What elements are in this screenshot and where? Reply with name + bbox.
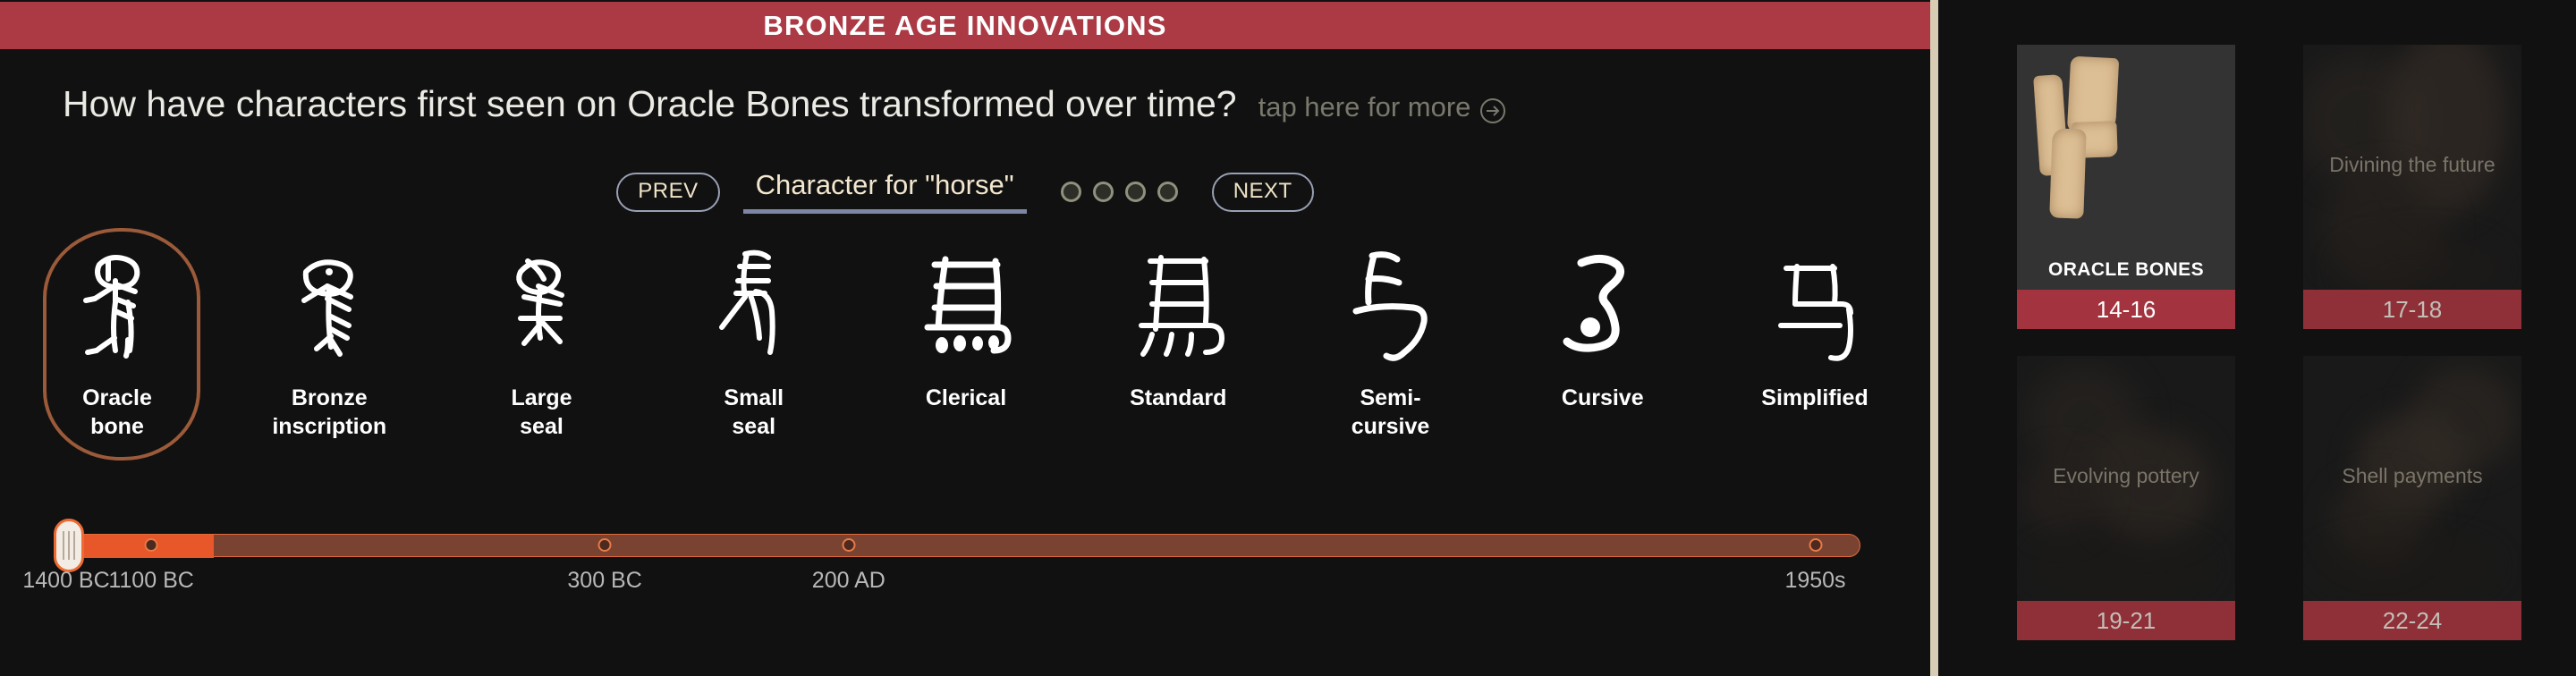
character-card-label: Simplified: [1761, 385, 1868, 410]
character-glyph-icon: [1309, 235, 1472, 378]
topic-thumbnail: Divining the future: [2303, 45, 2521, 290]
character-card[interactable]: Clerical: [885, 228, 1047, 456]
character-card[interactable]: Simplified: [1733, 228, 1896, 456]
character-glyph-icon: [36, 235, 199, 378]
character-glyph-icon: [1521, 235, 1684, 378]
related-topics-grid: ORACLE BONES 14-16 Divining the future 17-1…: [2017, 45, 2576, 640]
topic-card[interactable]: Divining the future 17-18: [2303, 45, 2521, 329]
character-card[interactable]: Small seal: [673, 228, 835, 456]
page-title: BRONZE AGE INNOVATIONS: [763, 9, 1167, 41]
character-card[interactable]: Large seal: [461, 228, 623, 456]
character-glyph-icon: [885, 235, 1047, 378]
topic-thumbnail: Evolving pottery: [2017, 356, 2235, 601]
topic-card-title: ORACLE BONES: [2048, 259, 2204, 280]
arrow-right-circle-icon: [1479, 97, 1506, 124]
character-glyph-icon: [461, 235, 623, 378]
character-card-label: Oracle bone: [82, 385, 152, 439]
timeline-label: 200 AD: [811, 568, 886, 593]
character-glyph-icon: [673, 235, 835, 378]
topic-card-active[interactable]: ORACLE BONES 14-16: [2017, 45, 2235, 329]
thumbnail-blur-shape: [2030, 539, 2209, 593]
character-card[interactable]: Cursive: [1521, 228, 1684, 456]
thumbnail-blur-shape: [2317, 539, 2496, 593]
topic-card[interactable]: Shell payments 22-24: [2303, 356, 2521, 640]
sidebar-panel: ORACLE BONES 14-16 Divining the future 17-1…: [1938, 0, 2576, 676]
thumbnail-blur-shape: [2339, 237, 2500, 290]
timeline-label: 1400 BC: [22, 568, 110, 593]
tap-more-label: tap here for more: [1258, 91, 1471, 123]
character-card-label: Cursive: [1561, 385, 1644, 410]
topic-thumbnail: Shell payments: [2303, 356, 2521, 601]
character-evolution-strip: Oracle bone Bronze inscription Large sea…: [36, 228, 1896, 461]
character-card[interactable]: Bronze inscription: [248, 228, 411, 456]
page-dots: [1060, 182, 1178, 203]
character-card-label: Standard: [1130, 385, 1227, 410]
header-bar: BRONZE AGE INNOVATIONS: [0, 2, 1930, 49]
character-card[interactable]: Semi- cursive: [1309, 228, 1472, 456]
character-card-label: Bronze inscription: [272, 385, 387, 439]
topic-card[interactable]: Evolving pottery 19-21: [2017, 356, 2235, 640]
timeline-handle[interactable]: [54, 519, 84, 572]
character-card-label: Clerical: [925, 385, 1007, 410]
character-glyph-icon: [248, 235, 411, 378]
tap-here-for-more-link[interactable]: tap here for more: [1258, 91, 1507, 123]
main-panel: BRONZE AGE INNOVATIONS How have characte…: [0, 0, 1930, 676]
topic-card-title: Divining the future: [2329, 152, 2496, 176]
topic-card-title: Evolving pottery: [2053, 463, 2199, 487]
character-card[interactable]: Standard: [1097, 228, 1259, 456]
topic-card-title: Shell payments: [2342, 463, 2483, 487]
question-text: How have characters first seen on Oracle…: [63, 83, 1237, 124]
character-glyph-icon: [1097, 235, 1259, 378]
topic-card-page-range: 22-24: [2303, 601, 2521, 640]
character-glyph-icon: [1733, 235, 1896, 378]
character-card-label: Semi- cursive: [1351, 385, 1430, 439]
page-dot[interactable]: [1060, 182, 1081, 203]
app-root: BRONZE AGE INNOVATIONS How have characte…: [0, 0, 2576, 676]
prev-button[interactable]: PREV: [616, 172, 720, 212]
page-dot[interactable]: [1124, 182, 1146, 203]
character-card-label: Small seal: [724, 385, 784, 439]
timeline-slider[interactable]: 1400 BC 1100 BC 300 BC 200 AD 1950s: [22, 519, 1860, 623]
handle-grip-line: [73, 531, 75, 560]
current-character-label[interactable]: Character for "horse": [742, 169, 1027, 215]
timeline-track[interactable]: [54, 534, 1860, 558]
panel-divider: [1930, 0, 1938, 676]
question-row: How have characters first seen on Oracle…: [63, 83, 1506, 125]
timeline-label: 1100 BC: [108, 568, 194, 593]
handle-grip-line: [68, 531, 70, 560]
page-dot[interactable]: [1157, 182, 1178, 203]
timeline-tick[interactable]: [597, 538, 612, 552]
timeline-tick[interactable]: [842, 538, 856, 552]
timeline-tick[interactable]: [144, 538, 158, 552]
timeline-tick[interactable]: [1809, 538, 1822, 552]
next-button[interactable]: NEXT: [1211, 172, 1314, 212]
oracle-bone-fragment: [2049, 128, 2087, 219]
topic-card-page-range: 19-21: [2017, 601, 2235, 640]
topic-thumbnail: ORACLE BONES: [2017, 45, 2235, 290]
handle-grip-line: [63, 531, 64, 560]
topic-card-page-range: 17-18: [2303, 290, 2521, 329]
timeline-label: 300 BC: [567, 568, 642, 593]
character-card-label: Large seal: [511, 385, 572, 439]
page-dot[interactable]: [1092, 182, 1114, 203]
character-navigation: PREV Character for "horse" NEXT: [0, 169, 1930, 215]
timeline-label: 1950s: [1784, 568, 1846, 593]
topic-card-page-range: 14-16: [2017, 290, 2235, 329]
character-card-selected[interactable]: Oracle bone: [36, 228, 200, 461]
